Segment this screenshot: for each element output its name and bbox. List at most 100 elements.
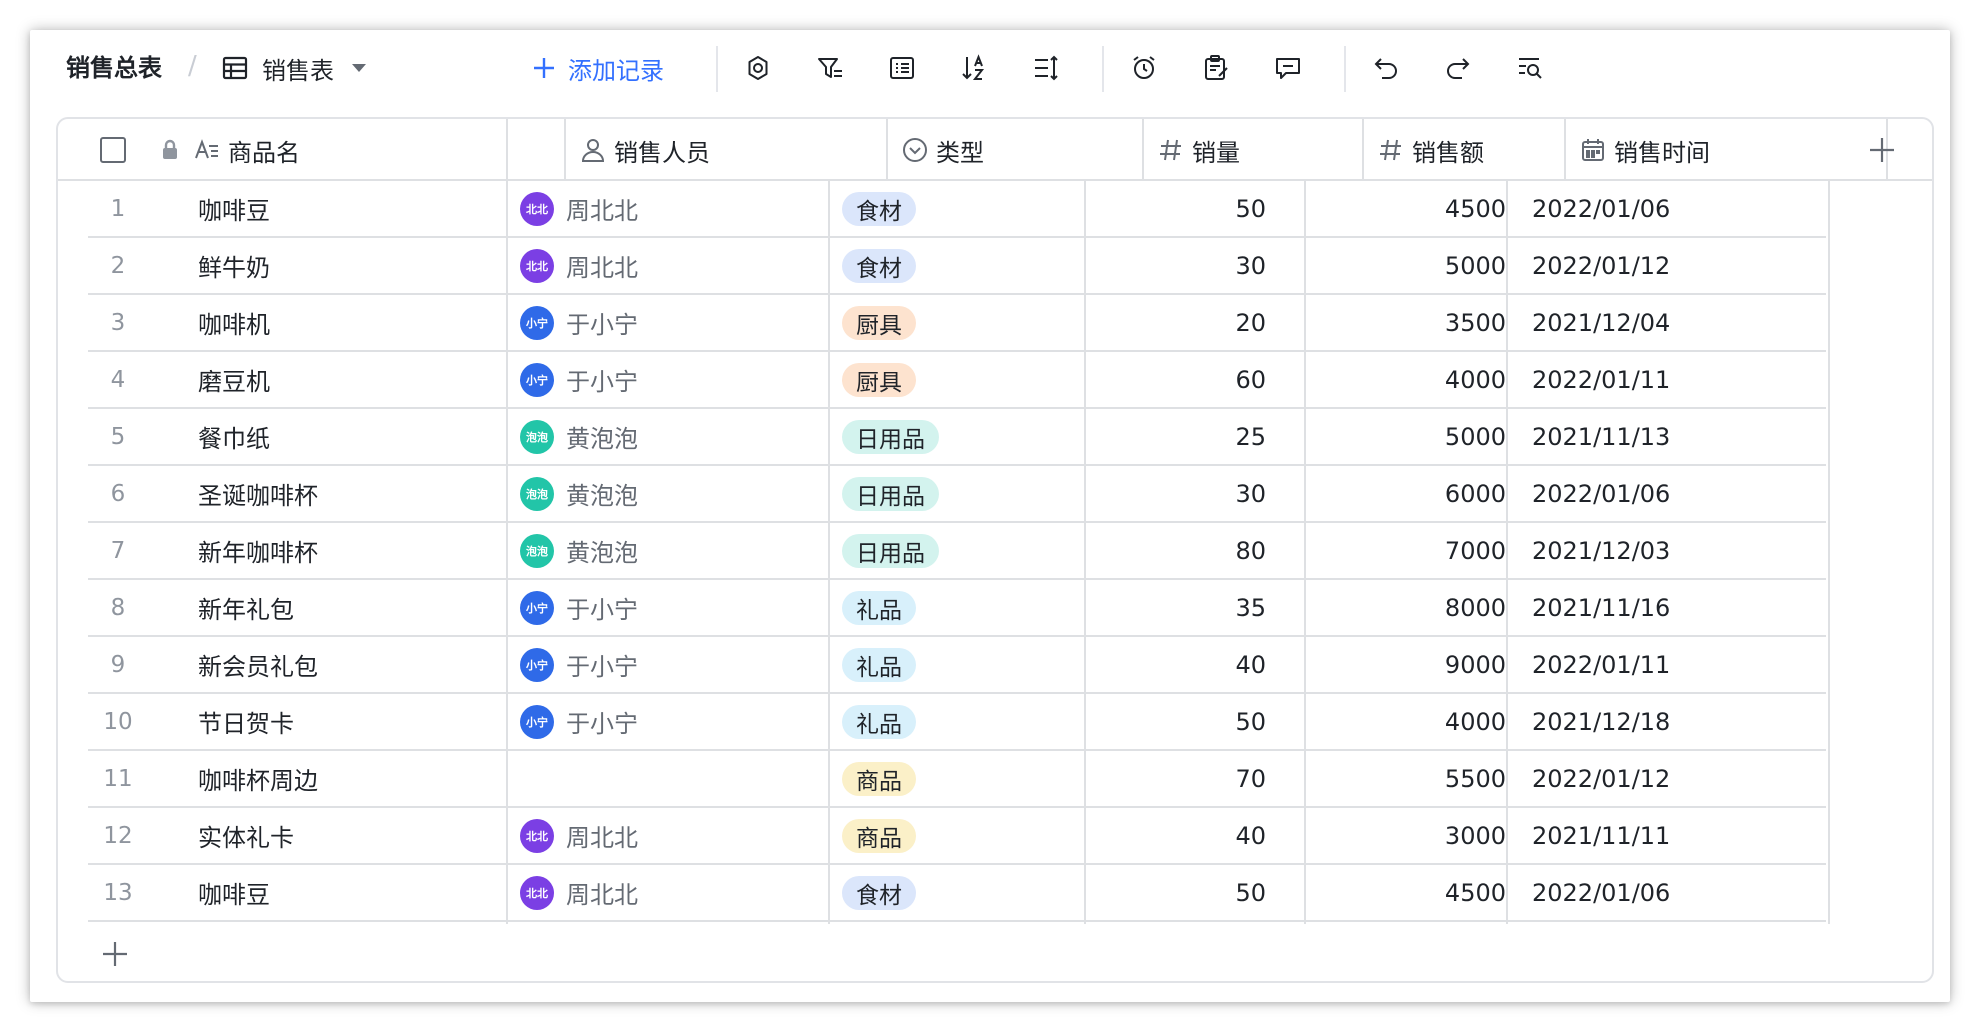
date-cell[interactable]: 2022/01/12 [1518,751,1670,806]
undo-icon[interactable] [1370,52,1402,84]
salesperson-cell[interactable]: 北北 周北北 [520,865,638,920]
amount-cell[interactable]: 8000 [1318,580,1518,635]
table-row[interactable]: 13 咖啡豆 北北 周北北 食材 50 4500 2022/01/06 [58,865,1932,922]
redo-icon[interactable] [1442,52,1474,84]
type-cell[interactable]: 日用品 [842,466,939,521]
alarm-clock-icon[interactable] [1128,52,1160,84]
quantity-cell[interactable]: 30 [1098,238,1278,293]
product-name-cell[interactable]: 新年礼包 [198,580,294,635]
breadcrumb-root[interactable]: 销售总表 [66,50,162,86]
amount-cell[interactable]: 5000 [1318,409,1518,464]
date-cell[interactable]: 2021/11/16 [1518,580,1670,635]
group-list-icon[interactable] [886,52,918,84]
quantity-cell[interactable]: 35 [1098,580,1278,635]
column-header-quantity[interactable]: 销量 [1144,119,1364,181]
product-name-cell[interactable]: 实体礼卡 [198,808,294,863]
filter-icon[interactable] [814,52,846,84]
product-name-cell[interactable]: 咖啡机 [198,295,270,350]
quantity-cell[interactable]: 50 [1098,181,1278,236]
table-row[interactable]: 11 咖啡杯周边 商品 70 5500 2022/01/12 [58,751,1932,808]
product-name-cell[interactable]: 鲜牛奶 [198,238,270,293]
add-row-button[interactable] [98,937,132,971]
quantity-cell[interactable]: 80 [1098,523,1278,578]
product-name-cell[interactable]: 餐巾纸 [198,409,270,464]
salesperson-cell[interactable]: 北北 周北北 [520,181,638,236]
salesperson-cell[interactable]: 小宁 于小宁 [520,295,638,350]
quantity-cell[interactable]: 20 [1098,295,1278,350]
amount-cell[interactable]: 7000 [1318,523,1518,578]
product-name-cell[interactable]: 咖啡豆 [198,865,270,920]
product-name-cell[interactable]: 咖啡豆 [198,181,270,236]
salesperson-cell[interactable]: 小宁 于小宁 [520,580,638,635]
salesperson-cell[interactable]: 北北 周北北 [520,238,638,293]
date-cell[interactable]: 2022/01/06 [1518,466,1670,521]
quantity-cell[interactable]: 25 [1098,409,1278,464]
table-row[interactable]: 2 鲜牛奶 北北 周北北 食材 30 5000 2022/01/12 [58,238,1932,295]
quantity-cell[interactable]: 60 [1098,352,1278,407]
date-cell[interactable]: 2022/01/12 [1518,238,1670,293]
table-row[interactable]: 7 新年咖啡杯 泡泡 黄泡泡 日用品 80 7000 2021/12/03 [58,523,1932,580]
type-cell[interactable]: 食材 [842,865,916,920]
date-cell[interactable]: 2022/01/11 [1518,352,1670,407]
date-cell[interactable]: 2021/12/04 [1518,295,1670,350]
product-name-cell[interactable]: 新年咖啡杯 [198,523,318,578]
quantity-cell[interactable]: 50 [1098,694,1278,749]
amount-cell[interactable]: 4500 [1318,181,1518,236]
amount-cell[interactable]: 3000 [1318,808,1518,863]
settings-gear-icon[interactable] [742,52,774,84]
column-header-name[interactable]: 商品名 [180,119,566,181]
date-cell[interactable]: 2022/01/11 [1518,637,1670,692]
salesperson-cell[interactable]: 泡泡 黄泡泡 [520,523,638,578]
type-cell[interactable]: 商品 [842,808,916,863]
salesperson-cell[interactable]: 泡泡 黄泡泡 [520,466,638,521]
product-name-cell[interactable]: 新会员礼包 [198,637,318,692]
product-name-cell[interactable]: 咖啡杯周边 [198,751,318,806]
product-name-cell[interactable]: 节日贺卡 [198,694,294,749]
quantity-cell[interactable]: 40 [1098,808,1278,863]
amount-cell[interactable]: 6000 [1318,466,1518,521]
type-cell[interactable]: 礼品 [842,580,916,635]
date-cell[interactable]: 2021/11/11 [1518,808,1670,863]
table-row[interactable]: 12 实体礼卡 北北 周北北 商品 40 3000 2021/11/11 [58,808,1932,865]
search-list-icon[interactable] [1514,52,1546,84]
type-cell[interactable]: 厨具 [842,352,916,407]
quantity-cell[interactable]: 30 [1098,466,1278,521]
select-all-checkbox[interactable] [100,137,126,163]
amount-cell[interactable]: 4000 [1318,352,1518,407]
salesperson-cell[interactable]: 小宁 于小宁 [520,694,638,749]
date-cell[interactable]: 2022/01/06 [1518,181,1670,236]
salesperson-cell[interactable]: 小宁 于小宁 [520,352,638,407]
amount-cell[interactable]: 9000 [1318,637,1518,692]
amount-cell[interactable]: 5000 [1318,238,1518,293]
table-row[interactable]: 8 新年礼包 小宁 于小宁 礼品 35 8000 2021/11/16 [58,580,1932,637]
add-record-button[interactable]: 添加记录 [532,50,664,86]
amount-cell[interactable]: 5500 [1318,751,1518,806]
salesperson-cell[interactable]: 泡泡 黄泡泡 [520,409,638,464]
row-height-icon[interactable] [1030,52,1062,84]
table-row[interactable]: 6 圣诞咖啡杯 泡泡 黄泡泡 日用品 30 6000 2022/01/06 [58,466,1932,523]
table-row[interactable]: 10 节日贺卡 小宁 于小宁 礼品 50 4000 2021/12/18 [58,694,1932,751]
type-cell[interactable]: 日用品 [842,523,939,578]
view-switcher[interactable]: 销售表 [222,50,366,86]
table-row[interactable]: 3 咖啡机 小宁 于小宁 厨具 20 3500 2021/12/04 [58,295,1932,352]
table-row[interactable]: 5 餐巾纸 泡泡 黄泡泡 日用品 25 5000 2021/11/13 [58,409,1932,466]
comment-icon[interactable] [1272,52,1304,84]
product-name-cell[interactable]: 圣诞咖啡杯 [198,466,318,521]
type-cell[interactable]: 商品 [842,751,916,806]
table-row[interactable]: 4 磨豆机 小宁 于小宁 厨具 60 4000 2022/01/11 [58,352,1932,409]
type-cell[interactable]: 食材 [842,238,916,293]
table-row[interactable]: 1 咖啡豆 北北 周北北 食材 50 4500 2022/01/06 [58,181,1932,238]
add-column-button[interactable] [1829,119,1932,181]
date-cell[interactable]: 2021/11/13 [1518,409,1670,464]
sort-az-icon[interactable] [958,52,990,84]
column-header-salesperson[interactable]: 销售人员 [566,119,888,181]
table-row[interactable]: 9 新会员礼包 小宁 于小宁 礼品 40 9000 2022/01/11 [58,637,1932,694]
salesperson-cell[interactable]: 小宁 于小宁 [520,637,638,692]
form-clipboard-icon[interactable] [1200,52,1232,84]
type-cell[interactable]: 礼品 [842,694,916,749]
type-cell[interactable]: 食材 [842,181,916,236]
column-header-type[interactable]: 类型 [888,119,1144,181]
date-cell[interactable]: 2022/01/06 [1518,865,1670,920]
type-cell[interactable]: 礼品 [842,637,916,692]
product-name-cell[interactable]: 磨豆机 [198,352,270,407]
